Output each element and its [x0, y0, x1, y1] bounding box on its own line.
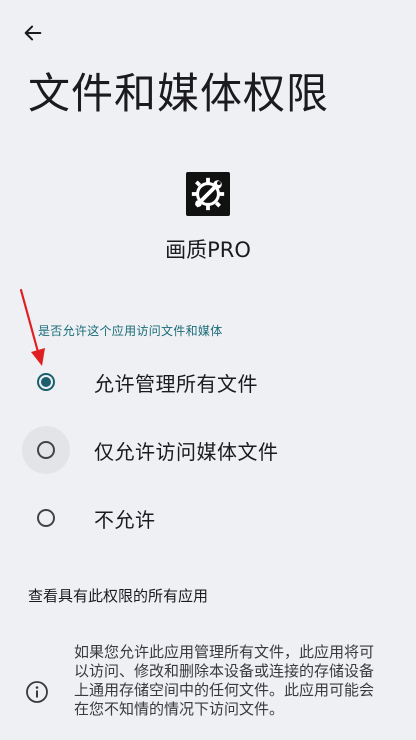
radio-button[interactable] — [37, 441, 55, 459]
permission-screen: 文件和媒体权限 画质PRO 是否允许这个应用访问文件和媒体 允许管理所有文件 仅… — [0, 0, 416, 740]
option-label: 不允许 — [94, 507, 156, 532]
radio-container — [22, 494, 70, 542]
gear-wrench-icon — [191, 177, 225, 211]
info-icon — [26, 681, 48, 703]
app-icon — [186, 172, 230, 216]
app-name: 画质PRO — [165, 238, 251, 262]
option-label: 仅允许访问媒体文件 — [94, 439, 279, 464]
page-title: 文件和媒体权限 — [28, 69, 330, 118]
radio-button-checked[interactable] — [37, 373, 55, 391]
back-button[interactable] — [16, 16, 50, 50]
radio-container — [22, 358, 70, 406]
option-label: 允许管理所有文件 — [94, 371, 258, 396]
info-description: 如果您允许此应用管理所有文件，此应用将可以访问、修改和删除本设备或连接的存储设备… — [74, 643, 375, 718]
section-label: 是否允许这个应用访问文件和媒体 — [38, 324, 223, 338]
arrow-left-icon — [24, 25, 42, 41]
radio-button[interactable] — [37, 509, 55, 527]
option-allow-all-files[interactable]: 允许管理所有文件 — [22, 358, 402, 406]
radio-dot — [41, 377, 51, 387]
option-deny[interactable]: 不允许 — [22, 494, 402, 542]
view-all-apps-link[interactable]: 查看具有此权限的所有应用 — [28, 585, 208, 606]
radio-container — [22, 426, 70, 474]
option-media-only[interactable]: 仅允许访问媒体文件 — [22, 426, 402, 474]
